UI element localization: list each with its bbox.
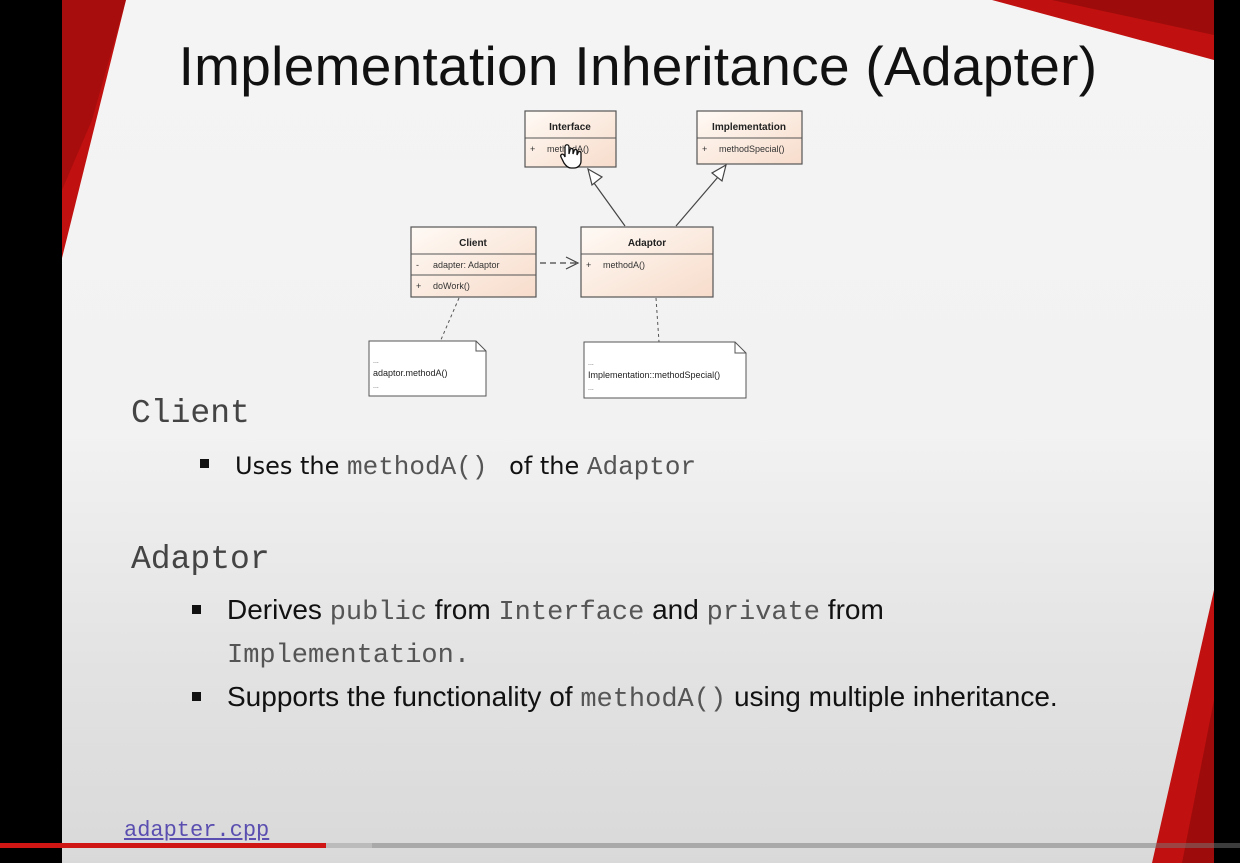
bullet-text: Uses the [235,452,340,480]
bullet-marker [200,459,209,468]
attribute-visibility: - [416,260,419,270]
member-method: methodSpecial() [719,144,785,154]
member-method: methodA() [603,260,645,270]
bullet-marker [192,605,201,614]
uml-note-adaptor: ... Implementation::methodSpecial() ... [583,341,747,399]
adapter-cpp-link[interactable]: adapter.cpp [124,818,269,843]
bullet-adaptor-2: Supports the functionality of methodA() … [192,677,1072,720]
note-text: Implementation::methodSpecial() [588,370,720,380]
code-class: Implementation [227,641,454,671]
slide: Implementation Inheritance (Adapter) Int… [62,0,1214,863]
member-visibility: + [702,144,707,154]
note-ellipsis: ... [373,383,379,390]
bullet-text: using multiple inheritance. [733,681,1058,712]
bullet-text: from [434,594,491,625]
method: doWork() [433,281,470,291]
generalization-arrow-implementation [675,163,727,227]
generalization-arrow-interface [587,167,626,227]
uml-diagram: Interface + methodA() Implementation + m… [368,110,803,399]
bullet-client-1: Uses the methodA() of the Adaptor [200,446,1100,487]
dependency-arrow [540,256,580,270]
bullet-marker [192,692,201,701]
class-name: Adaptor [628,238,666,249]
class-name: Implementation [712,122,786,133]
note-text: adaptor.methodA() [373,368,448,378]
class-name: Client [459,238,487,249]
code-method: methodA() [347,452,488,482]
bullet-text: Derives [227,594,322,625]
code-class: Adaptor [586,452,697,482]
member-visibility: + [586,260,591,270]
bullet-text: and [652,594,699,625]
code-method: methodA() [580,685,727,715]
class-name: Interface [549,122,591,133]
uml-class-implementation: Implementation + methodSpecial() [696,110,803,165]
bullet-text: Supports the functionality of [227,681,573,712]
method-visibility: + [416,281,421,291]
note-ellipsis: ... [373,358,379,365]
code-keyword: private [706,598,821,628]
section-heading-adaptor: Adaptor [131,541,270,578]
note-connector-adaptor [655,297,660,343]
video-buffer-bar [326,843,372,848]
bullet-adaptor-1: Derives public from Interface and privat… [192,590,1072,676]
note-ellipsis: ... [588,360,594,367]
code-class: Interface [498,598,645,628]
video-progress-fill [0,843,327,848]
uml-note-client: ... adaptor.methodA() ... [368,340,487,397]
member-visibility: + [530,144,535,154]
uml-class-client: Client - adapter: Adaptor + doWork() [410,226,537,298]
note-connector-client [439,297,460,343]
section-heading-client: Client [131,395,250,432]
bullet-text: of the [509,452,580,480]
attribute: adapter: Adaptor [433,260,500,270]
punctuation: . [453,641,471,671]
uml-class-adaptor: Adaptor + methodA() [580,226,714,298]
code-keyword: public [329,598,427,628]
bullet-text: from [827,594,884,625]
note-ellipsis: ... [588,385,594,392]
